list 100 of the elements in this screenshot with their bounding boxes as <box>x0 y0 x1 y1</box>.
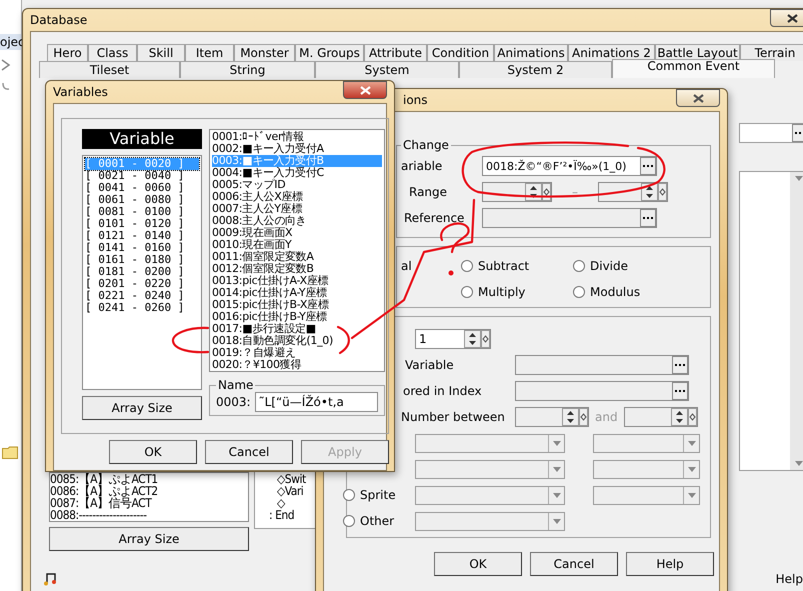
variable-item[interactable]: 0012:個室限定変数B <box>212 263 382 275</box>
radio-button[interactable] <box>343 515 355 527</box>
tab[interactable]: Attribute <box>364 44 427 61</box>
name-field[interactable]: ˜L[“ü—ÍŽó•t‚a <box>254 392 378 412</box>
dialog-button[interactable]: OK <box>109 440 197 464</box>
list-item[interactable]: 0087:【A】信号ACT <box>50 497 248 509</box>
dropdown-arrow-icon[interactable] <box>795 461 803 466</box>
variable-item[interactable]: 0018:自動色調変化(1_0) <box>212 335 382 347</box>
dropdown-arrow-icon[interactable] <box>688 492 696 498</box>
index-field[interactable] <box>515 381 689 401</box>
dropdown[interactable] <box>415 512 565 530</box>
dropdown[interactable] <box>415 486 565 504</box>
tab[interactable]: Item <box>185 44 234 61</box>
dropdown[interactable] <box>415 460 565 478</box>
variable-item[interactable]: 0002:■キー入力受付A <box>212 143 382 155</box>
tab[interactable]: Tileset <box>39 61 180 78</box>
tab[interactable]: Skill <box>137 44 185 61</box>
tab[interactable]: Condition <box>427 44 494 61</box>
dropdown[interactable] <box>415 434 565 452</box>
range-item[interactable]: [ 0041 - 0060 ] <box>85 182 199 194</box>
dropdown[interactable] <box>593 486 700 504</box>
tab[interactable]: Animations 2 <box>568 44 655 61</box>
close-button[interactable] <box>676 89 720 107</box>
variable-item[interactable]: 0008:主人公の向き <box>212 215 382 227</box>
tab[interactable]: System 2 <box>459 61 612 78</box>
range-item[interactable]: [ 0201 - 0220 ] <box>85 278 199 290</box>
tab[interactable]: Terrain <box>740 44 803 61</box>
reference-field[interactable] <box>482 208 657 228</box>
spin-arrows-icon[interactable] <box>464 330 490 348</box>
browse-button[interactable] <box>640 209 656 227</box>
radio-label[interactable]: Multiply <box>478 285 526 299</box>
variable-field[interactable]: 0018:Ž©“®F’²•Ï‰»(1_0) <box>482 156 657 176</box>
range-item[interactable]: [ 0241 - 0260 ] <box>85 302 199 314</box>
browse-button[interactable] <box>672 356 688 374</box>
list-item[interactable]: 0085:【A】ぷよACT1 <box>50 473 248 485</box>
variable-item[interactable]: 0014:pic仕掛けA-Y座標 <box>212 287 382 299</box>
tab[interactable]: Monster <box>234 44 295 61</box>
music-note-icon[interactable] <box>43 572 57 586</box>
range-end-field[interactable] <box>598 182 668 202</box>
dropdown[interactable] <box>593 460 700 478</box>
range-item[interactable]: [ 0121 - 0140 ] <box>85 230 199 242</box>
variable-item[interactable]: 0015:pic仕掛けB-X座標 <box>212 299 382 311</box>
array-size-button[interactable]: Array Size <box>49 527 249 551</box>
spin-arrows-icon[interactable] <box>525 183 551 201</box>
range-item[interactable]: [ 0221 - 0240 ] <box>85 290 199 302</box>
dialog-button[interactable]: Cancel <box>205 440 293 464</box>
variable-item[interactable]: 0001:ﾛｰﾄﾞver情報 <box>212 131 382 143</box>
tab[interactable]: Common Event <box>612 59 775 78</box>
radio-button[interactable] <box>343 489 355 501</box>
dropdown-arrow-icon[interactable] <box>552 518 560 524</box>
list-item[interactable]: 0088:-------------------- <box>50 509 248 521</box>
browse-button[interactable] <box>640 157 656 175</box>
radio-button[interactable] <box>573 286 585 298</box>
dialog-button[interactable]: Help <box>626 552 714 576</box>
variable-field[interactable] <box>515 355 689 375</box>
variable-item[interactable]: 0020:？¥100獲得 <box>212 359 382 371</box>
common-event-list[interactable]: 0085:【A】ぷよACT1 0086:【A】ぷよACT2 0087:【A】信号ACT 0088:-------------------- <box>49 472 249 522</box>
radio-button[interactable] <box>461 286 473 298</box>
tab[interactable]: Class <box>88 44 137 61</box>
spin-arrows-icon[interactable] <box>562 408 588 426</box>
array-size-button[interactable]: Array Size <box>82 396 202 420</box>
radio-label[interactable]: Other <box>360 514 394 528</box>
tab[interactable]: String <box>180 61 315 78</box>
constant-field[interactable]: 1 <box>415 329 491 349</box>
dropdown-arrow-icon[interactable] <box>795 176 803 181</box>
variable-item[interactable]: 0007:主人公Y座標 <box>212 203 382 215</box>
variable-item[interactable]: 0006:主人公X座標 <box>212 191 382 203</box>
variable-item[interactable]: 0016:pic仕掛けB-Y座標 <box>212 311 382 323</box>
radio-label[interactable]: Subtract <box>478 259 530 273</box>
range-item[interactable]: [ 0081 - 0100 ] <box>85 206 199 218</box>
variable-item[interactable]: 0019:？自爆避え <box>212 347 382 359</box>
variable-item[interactable]: 0017:■歩行速設定■ <box>212 323 382 335</box>
random-min-field[interactable] <box>515 407 589 427</box>
dropdown-arrow-icon[interactable] <box>552 492 560 498</box>
tab[interactable]: M. Groups <box>295 44 364 61</box>
dropdown-arrow-icon[interactable] <box>552 440 560 446</box>
scrollbar[interactable] <box>790 172 803 470</box>
random-max-field[interactable] <box>624 407 698 427</box>
radio-button[interactable] <box>461 260 473 272</box>
list-item[interactable]: 0086:【A】ぷよACT2 <box>50 485 248 497</box>
radio-label[interactable]: Modulus <box>590 285 640 299</box>
spin-arrows-icon[interactable] <box>670 408 697 426</box>
tab[interactable]: System <box>315 61 459 78</box>
help-button[interactable]: Help <box>776 572 803 586</box>
dropdown-arrow-icon[interactable] <box>688 466 696 472</box>
variable-item[interactable]: 0005:マップID <box>212 179 382 191</box>
radio-label[interactable]: Divide <box>590 259 628 273</box>
tab[interactable]: Animations <box>494 44 568 61</box>
range-item[interactable]: [ 0061 - 0080 ] <box>85 194 199 206</box>
radio-button[interactable] <box>573 260 585 272</box>
variable-item[interactable]: 0004:■キー入力受付C <box>212 167 382 179</box>
tab[interactable]: Hero <box>47 44 88 61</box>
dropdown-arrow-icon[interactable] <box>688 440 696 446</box>
dropdown-arrow-icon[interactable] <box>552 466 560 472</box>
trigger-switch-field[interactable] <box>739 123 803 143</box>
range-item[interactable]: [ 0141 - 0160 ] <box>85 242 199 254</box>
close-button[interactable] <box>343 81 387 99</box>
close-button[interactable] <box>770 9 803 27</box>
range-item[interactable]: [ 0101 - 0120 ] <box>85 218 199 230</box>
dialog-button[interactable]: OK <box>434 552 522 576</box>
